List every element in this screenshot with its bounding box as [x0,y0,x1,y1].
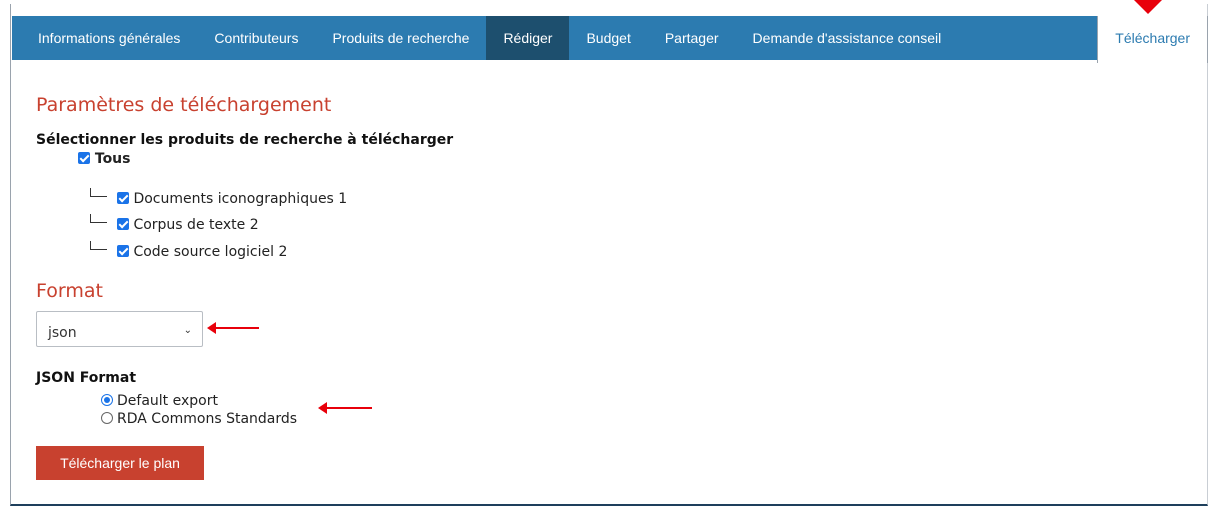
chevron-down-icon: ⌄ [183,325,192,336]
format-select-value: json [48,325,77,341]
tab-demande-assistance[interactable]: Demande d'assistance conseil [736,16,959,60]
tab-contributeurs[interactable]: Contributeurs [197,16,315,60]
tree-connector-icon [90,214,107,223]
radio-button[interactable] [101,394,113,406]
radio-label: RDA Commons Standards [117,411,298,427]
product-label: Code source logiciel 2 [133,244,288,260]
product-checkbox[interactable] [117,192,129,204]
annotation-arrow-left-icon [207,322,259,334]
radio-option-rda-commons[interactable]: RDA Commons Standards [101,411,297,427]
format-select[interactable]: json ⌄ [36,311,203,347]
product-checkbox[interactable] [117,245,129,257]
json-format-label: JSON Format [36,370,137,386]
annotation-arrow-down-icon [1134,0,1162,14]
select-products-label: Sélectionner les produits de recherche à… [36,132,454,148]
format-heading: Format [36,280,103,302]
product-checkbox[interactable] [117,218,129,230]
tab-informations-generales[interactable]: Informations générales [12,16,197,60]
radio-option-default-export[interactable]: Default export [101,393,218,409]
tree-connector-icon [90,241,107,250]
annotation-arrow-left-icon [318,402,372,414]
download-settings-heading: Paramètres de téléchargement [36,94,332,116]
tab-partager[interactable]: Partager [648,16,736,60]
select-all-checkbox[interactable] [78,152,90,164]
product-row[interactable]: Documents iconographiques 1 [90,188,347,207]
tree-connector-icon [90,188,107,197]
radio-button[interactable] [101,412,113,424]
tab-bar: Informations générales Contributeurs Pro… [12,16,1208,63]
tab-budget[interactable]: Budget [569,16,647,60]
tab-telecharger[interactable]: Télécharger [1097,16,1208,63]
product-row[interactable]: Code source logiciel 2 [90,241,287,260]
download-plan-button[interactable]: Télécharger le plan [36,446,204,480]
select-all-label: Tous [94,151,131,167]
tab-rediger[interactable]: Rédiger [486,16,570,60]
product-label: Corpus de texte 2 [133,217,259,233]
select-all-row[interactable]: Tous [78,151,130,167]
tab-produits-de-recherche[interactable]: Produits de recherche [315,16,486,60]
product-row[interactable]: Corpus de texte 2 [90,214,259,233]
product-label: Documents iconographiques 1 [133,191,348,207]
radio-label: Default export [117,393,218,409]
